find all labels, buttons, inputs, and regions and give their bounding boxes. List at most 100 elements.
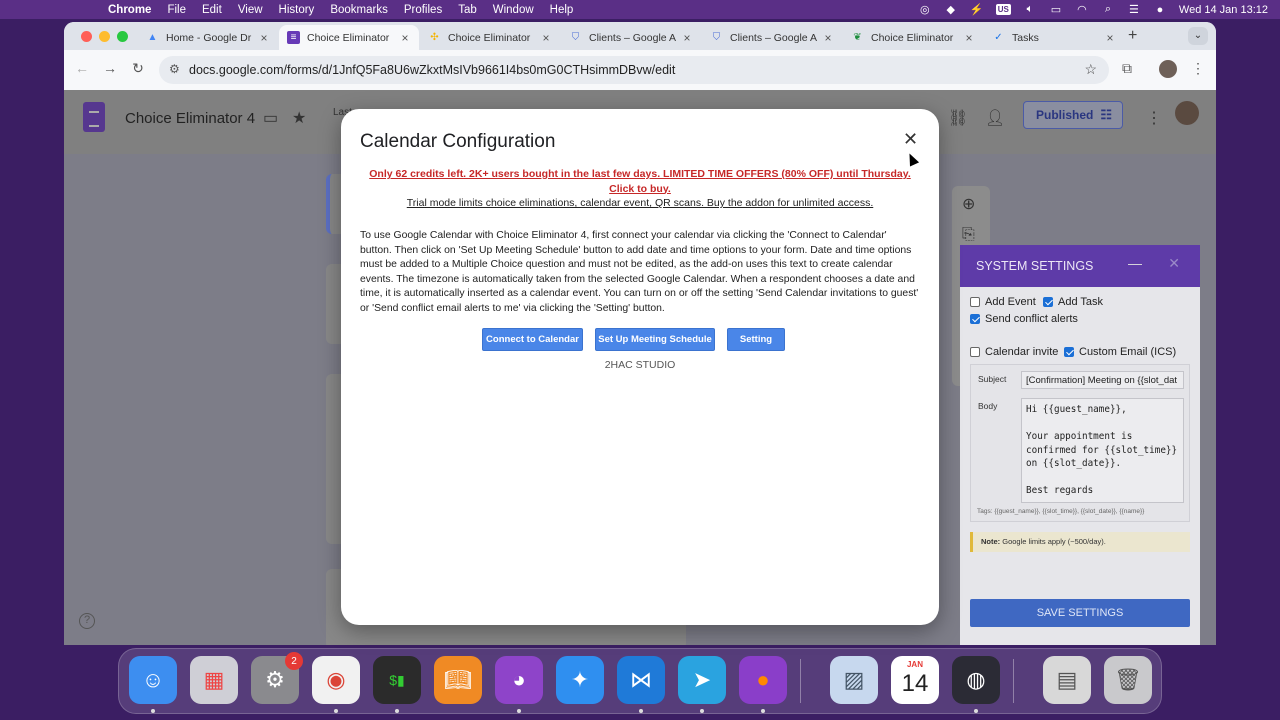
add-question-icon[interactable]: ⊕ [962,194,975,214]
documents-icon[interactable]: ▤ [1043,656,1091,704]
promo-link[interactable]: Only 62 credits left. 2K+ users bought i… [360,167,920,196]
menu-history[interactable]: History [279,4,315,16]
star-icon[interactable]: ★ [292,108,306,128]
folder-icon[interactable]: ▭ [263,108,278,128]
custom-email-checkbox[interactable]: Custom Email (ICS) [1064,346,1176,358]
siri-icon[interactable]: ● [1153,4,1167,16]
preview-icon[interactable]: ▨ [830,656,878,704]
dropbox-icon[interactable]: ◆ [944,3,958,16]
bookmark-star-icon[interactable]: ☆ [1084,61,1097,78]
add-task-checkbox[interactable]: Add Task [1043,296,1103,308]
menu-profiles[interactable]: Profiles [404,4,442,16]
save-settings-button[interactable]: SAVE SETTINGS [970,599,1190,627]
tab-choice-eliminator-2[interactable]: ✣ Choice Eliminator × [420,25,560,50]
site-info-icon[interactable]: ⚙ [169,62,180,76]
minimize-icon[interactable]: — [1128,255,1142,271]
forward-button[interactable]: → [100,60,120,80]
close-tab-icon[interactable]: × [399,31,411,45]
import-questions-icon[interactable]: ⎘ [962,226,975,244]
finder-icon[interactable]: ☺ [129,656,177,704]
published-button[interactable]: Published ☷ [1023,101,1123,129]
tab-clients-2[interactable]: ⛉ Clients – Google A × [702,25,842,50]
menu-edit[interactable]: Edit [202,4,222,16]
input-source-indicator[interactable]: US [995,4,1011,15]
close-tab-icon[interactable]: × [540,31,552,45]
close-tab-icon[interactable]: × [681,31,693,45]
menu-bookmarks[interactable]: Bookmarks [330,4,388,16]
tab-search-button[interactable]: ⌄ [1188,27,1208,45]
back-button[interactable]: ← [72,60,92,80]
tab-choice-eliminator-active[interactable]: ≡ Choice Eliminator × [279,25,419,50]
control-center-icon[interactable]: ☰ [1127,3,1141,16]
tab-tasks[interactable]: ✓ Tasks × [984,25,1124,50]
calendar-icon[interactable]: JAN 14 [891,656,939,704]
tags-hint: Tags: {{guest_name}}, {{slot_time}}, {{s… [977,508,1145,515]
extensions-icon[interactable]: ⧉ [1117,60,1137,80]
send-conflict-checkbox[interactable]: Send conflict alerts [970,313,1078,325]
close-tab-icon[interactable]: × [258,31,270,45]
tab-label: Clients – Google A [730,31,817,44]
calendar-invite-checkbox[interactable]: Calendar invite [970,346,1058,358]
obs-icon[interactable]: ◍ [952,656,1000,704]
address-bar[interactable]: ⚙ docs.google.com/forms/d/1JnfQ5Fa8U6wZk… [159,56,1109,84]
add-event-checkbox[interactable]: Add Event [970,296,1036,308]
wifi-icon[interactable]: ◠ [1075,3,1089,16]
close-icon[interactable]: ✕ [1168,255,1180,272]
close-tab-icon[interactable]: × [822,31,834,45]
new-tab-button[interactable]: + [1128,27,1137,45]
close-tab-icon[interactable]: × [1104,31,1116,45]
trial-notice[interactable]: Trial mode limits choice eliminations, c… [360,196,920,211]
minimize-window-button[interactable] [99,31,110,42]
menu-help[interactable]: Help [550,4,574,16]
help-icon[interactable]: ? [79,613,95,629]
books-icon[interactable]: 📖︎ [434,656,482,704]
checkbox-checked[interactable] [970,314,980,324]
connect-to-calendar-button[interactable]: Connect to Calendar [482,328,583,351]
search-icon[interactable]: ⌕ [1101,3,1115,16]
tab-google-drive[interactable]: ▲ Home - Google Dr × [138,25,278,50]
browser-menu-icon[interactable]: ⋮ [1188,60,1208,80]
add-collaborator-icon[interactable]: 👤︎ [985,108,1005,128]
menu-window[interactable]: Window [493,4,534,16]
set-up-meeting-schedule-button[interactable]: Set Up Meeting Schedule [595,328,715,351]
close-icon[interactable]: ✕ [903,129,918,149]
system-settings-icon[interactable]: ⚙ 2 [251,652,303,704]
close-tab-icon[interactable]: × [963,31,975,45]
safari-icon[interactable]: ✦ [556,656,604,704]
setting-button[interactable]: Setting [727,328,785,351]
body-textarea[interactable]: Hi {{guest_name}}, Your appointment is c… [1021,398,1184,503]
launchpad-icon[interactable]: ▦ [190,656,238,704]
checkbox-checked[interactable] [1064,347,1074,357]
profile-avatar[interactable] [1159,60,1177,78]
more-options-icon[interactable]: ⋮ [1146,108,1162,128]
form-title[interactable]: Choice Eliminator 4 [125,110,255,127]
subject-input[interactable]: [Confirmation] Meeting on {{slot_dat [1021,371,1184,389]
screen-record-icon[interactable]: ◎ [918,3,932,16]
github-desktop-icon[interactable]: ◕ [495,656,543,704]
firefox-icon[interactable]: ● [739,656,787,704]
zoom-window-button[interactable] [117,31,128,42]
checkbox-unchecked[interactable] [970,347,980,357]
telegram-icon[interactable]: ➤ [678,656,726,704]
trash-icon[interactable]: 🗑︎ [1104,656,1152,704]
checkbox-unchecked[interactable] [970,297,980,307]
reload-button[interactable]: ↻ [128,60,148,80]
tab-choice-eliminator-3[interactable]: ❦ Choice Eliminator × [843,25,983,50]
google-forms-icon[interactable] [83,102,105,132]
menu-tab[interactable]: Tab [458,4,477,16]
menu-clock[interactable]: Wed 14 Jan 13:12 [1179,4,1268,16]
menu-file[interactable]: File [167,4,186,16]
menu-app-name[interactable]: Chrome [108,4,151,16]
battery-icon[interactable]: ▭ [1049,3,1063,16]
checkbox-checked[interactable] [1043,297,1053,307]
volume-icon[interactable]: 🔈︎ [1023,3,1037,16]
account-avatar[interactable] [1175,101,1199,125]
bolt-icon[interactable]: ⚡ [970,3,984,16]
close-window-button[interactable] [81,31,92,42]
terminal-icon[interactable]: $▮ [373,656,421,704]
chrome-icon[interactable]: ◉ [312,656,360,704]
link-icon[interactable]: ⛓ [948,108,968,128]
menu-view[interactable]: View [238,4,263,16]
vscode-icon[interactable]: ⋈ [617,656,665,704]
tab-clients-1[interactable]: ⛉ Clients – Google A × [561,25,701,50]
